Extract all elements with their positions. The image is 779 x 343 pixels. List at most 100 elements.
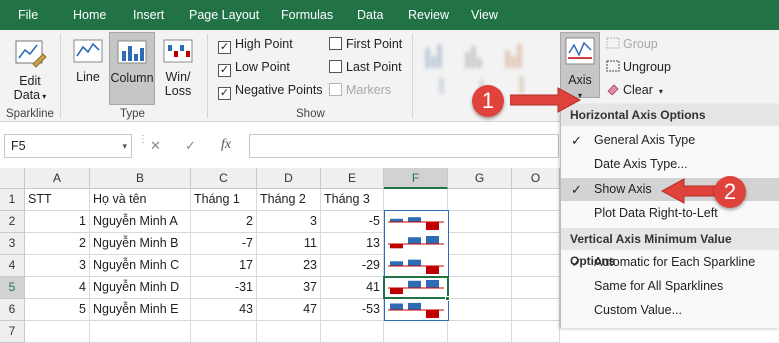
cell-month3[interactable]: 41 xyxy=(321,277,384,299)
cell-month3[interactable]: -29 xyxy=(321,255,384,277)
tab-file[interactable]: File xyxy=(18,8,38,22)
cell[interactable] xyxy=(512,277,560,299)
select-all-corner[interactable] xyxy=(0,168,25,189)
checkbox-high-point[interactable]: ✓ xyxy=(218,41,231,54)
tab-home[interactable]: Home xyxy=(73,8,106,22)
low-point-checkbox[interactable]: ✓ Low Point xyxy=(218,60,290,77)
tab-view[interactable]: View xyxy=(471,8,498,22)
cell[interactable] xyxy=(512,211,560,233)
cell[interactable] xyxy=(512,255,560,277)
cell[interactable] xyxy=(512,321,560,343)
cancel-icon[interactable]: ✕ xyxy=(150,138,161,154)
checkbox-low-point[interactable]: ✓ xyxy=(218,64,231,77)
cell-header[interactable]: Tháng 2 xyxy=(257,189,321,211)
high-point-checkbox[interactable]: ✓ High Point xyxy=(218,37,293,54)
menu-item-automatic-each[interactable]: ✓ Automatic for Each Sparkline xyxy=(561,251,779,274)
cell-month2[interactable]: 37 xyxy=(257,277,321,299)
group-button[interactable]: Group xyxy=(606,37,658,51)
cell[interactable] xyxy=(25,321,90,343)
line-sparkline-button[interactable]: Line xyxy=(68,36,108,84)
cell-stt[interactable]: 1 xyxy=(25,211,90,233)
menu-item-same-for-all[interactable]: Same for All Sparklines xyxy=(561,275,779,298)
cell-month1[interactable]: 17 xyxy=(191,255,257,277)
cell-month2[interactable]: 23 xyxy=(257,255,321,277)
checkbox-negative-points[interactable]: ✓ xyxy=(218,87,231,100)
cell[interactable] xyxy=(191,321,257,343)
cell[interactable] xyxy=(448,277,512,299)
menu-item-custom-value[interactable]: Custom Value... xyxy=(561,299,779,322)
last-point-checkbox[interactable]: Last Point xyxy=(329,60,402,74)
cell-stt[interactable]: 2 xyxy=(25,233,90,255)
cell-name[interactable]: Nguyễn Minh A xyxy=(90,211,191,233)
cell-month3[interactable]: -53 xyxy=(321,299,384,321)
column-header[interactable]: A xyxy=(25,168,90,189)
column-header[interactable]: G xyxy=(448,168,512,189)
formula-input[interactable] xyxy=(249,134,559,158)
clear-button[interactable]: Clear ▾ xyxy=(606,83,663,97)
menu-item-general-axis-type[interactable]: ✓ General Axis Type xyxy=(561,129,779,152)
cell[interactable] xyxy=(448,299,512,321)
cell-name[interactable]: Nguyễn Minh B xyxy=(90,233,191,255)
row-header-selected[interactable]: 5 xyxy=(0,277,25,299)
cell[interactable] xyxy=(512,189,560,211)
cell[interactable] xyxy=(321,321,384,343)
column-header-selected[interactable]: F xyxy=(384,168,448,189)
row-header[interactable]: 4 xyxy=(0,255,25,277)
cell[interactable] xyxy=(512,299,560,321)
enter-icon[interactable]: ✓ xyxy=(185,138,196,154)
tab-review[interactable]: Review xyxy=(408,8,449,22)
negative-points-checkbox[interactable]: ✓ Negative Points xyxy=(218,83,323,100)
column-header[interactable]: C xyxy=(191,168,257,189)
cell-month1[interactable]: 2 xyxy=(191,211,257,233)
cell-month2[interactable]: 11 xyxy=(257,233,321,255)
cell-month3[interactable]: -5 xyxy=(321,211,384,233)
cell-header[interactable]: Tháng 3 xyxy=(321,189,384,211)
cell-month1[interactable]: -7 xyxy=(191,233,257,255)
menu-item-plot-right-to-left[interactable]: Plot Data Right-to-Left xyxy=(561,202,779,225)
column-header[interactable]: O xyxy=(512,168,560,189)
menu-item-date-axis-type[interactable]: Date Axis Type... xyxy=(561,153,779,176)
cell[interactable] xyxy=(448,233,512,255)
cell-month2[interactable]: 3 xyxy=(257,211,321,233)
cell-month1[interactable]: -31 xyxy=(191,277,257,299)
cell-month3[interactable]: 13 xyxy=(321,233,384,255)
cell-month1[interactable]: 43 xyxy=(191,299,257,321)
cell-header[interactable]: STT xyxy=(25,189,90,211)
row-header[interactable]: 2 xyxy=(0,211,25,233)
checkbox-first-point[interactable] xyxy=(329,37,342,50)
row-header[interactable]: 7 xyxy=(0,321,25,343)
cell-name[interactable]: Nguyễn Minh E xyxy=(90,299,191,321)
cell-name[interactable]: Nguyễn Minh D xyxy=(90,277,191,299)
row-header[interactable]: 6 xyxy=(0,299,25,321)
column-header[interactable]: B xyxy=(90,168,191,189)
edit-data-button[interactable]: Edit Data ▾ xyxy=(8,36,52,104)
tab-insert[interactable]: Insert xyxy=(133,8,164,22)
cell[interactable] xyxy=(448,255,512,277)
checkbox-markers[interactable] xyxy=(329,83,342,96)
cell-stt[interactable]: 4 xyxy=(25,277,90,299)
cell-header[interactable]: Tháng 1 xyxy=(191,189,257,211)
first-point-checkbox[interactable]: First Point xyxy=(329,37,402,51)
tab-formulas[interactable]: Formulas xyxy=(281,8,333,22)
win-loss-sparkline-button[interactable]: Win/ Loss xyxy=(158,36,198,98)
cell[interactable] xyxy=(512,233,560,255)
row-header[interactable]: 3 xyxy=(0,233,25,255)
column-header[interactable]: E xyxy=(321,168,384,189)
cell[interactable] xyxy=(90,321,191,343)
column-header[interactable]: D xyxy=(257,168,321,189)
markers-checkbox[interactable]: Markers xyxy=(329,83,391,97)
row-header[interactable]: 1 xyxy=(0,189,25,211)
cell[interactable] xyxy=(384,321,448,343)
cell-stt[interactable]: 5 xyxy=(25,299,90,321)
cell[interactable] xyxy=(257,321,321,343)
column-sparkline-button[interactable]: Column xyxy=(109,32,155,105)
tab-data[interactable]: Data xyxy=(357,8,383,22)
checkbox-last-point[interactable] xyxy=(329,60,342,73)
cell-month2[interactable]: 47 xyxy=(257,299,321,321)
cell[interactable] xyxy=(448,211,512,233)
function-icon[interactable]: fx xyxy=(221,137,231,153)
cell-header[interactable]: Họ và tên xyxy=(90,189,191,211)
ungroup-button[interactable]: Ungroup xyxy=(606,60,671,74)
cell-name[interactable]: Nguyễn Minh C xyxy=(90,255,191,277)
name-box[interactable]: F5 ▾ xyxy=(4,134,132,158)
